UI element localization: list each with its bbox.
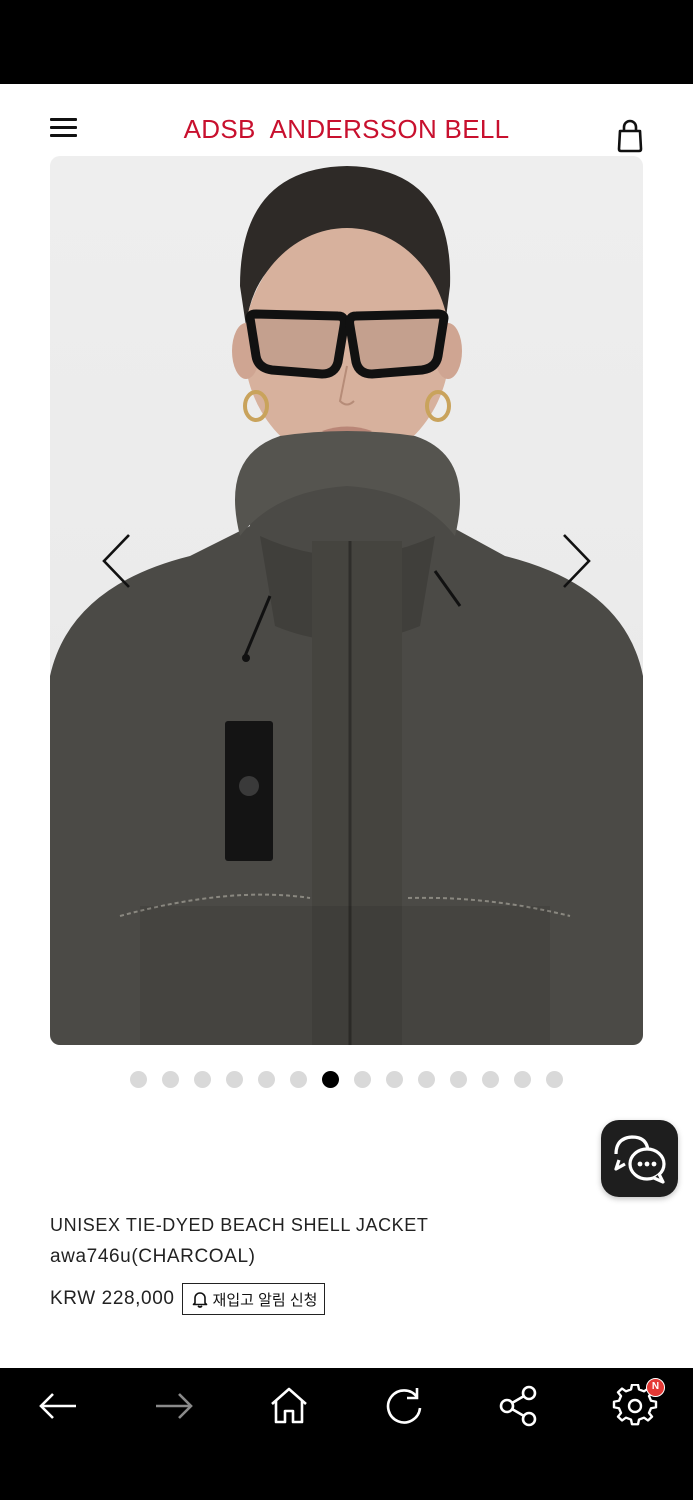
brand-logo[interactable]: ADSB ANDERSSON BELL (150, 114, 543, 145)
chevron-left-icon[interactable] (96, 526, 156, 596)
product-image-gallery[interactable] (50, 156, 643, 1045)
brand-logo-right: ANDERSSON BELL (269, 114, 510, 144)
pagination-dot[interactable] (482, 1071, 499, 1088)
notification-badge: N (646, 1378, 665, 1397)
pagination-dot[interactable] (418, 1071, 435, 1088)
restock-alert-label: 재입고 알림 신청 (212, 1291, 318, 1309)
pagination-dot[interactable] (194, 1071, 211, 1088)
arrow-left-icon[interactable] (36, 1384, 86, 1428)
pagination-dot[interactable] (354, 1071, 371, 1088)
status-bar (0, 0, 693, 84)
pagination-dot-active[interactable] (322, 1071, 339, 1088)
arrow-right-icon[interactable] (150, 1384, 200, 1428)
brand-logo-left: ADSB (183, 114, 256, 144)
pagination-dot[interactable] (258, 1071, 275, 1088)
chat-bubble-icon[interactable] (601, 1120, 678, 1197)
chevron-right-icon[interactable] (547, 526, 607, 596)
pagination-dot[interactable] (546, 1071, 563, 1088)
pagination-dot[interactable] (130, 1071, 147, 1088)
gallery-pagination (0, 1071, 693, 1089)
product-price: KRW 228,000 (50, 1288, 175, 1309)
refresh-icon[interactable] (379, 1384, 429, 1428)
gear-icon[interactable]: N (610, 1378, 665, 1428)
restock-alert-button[interactable]: 재입고 알림 신청 (181, 1283, 326, 1315)
home-icon[interactable] (264, 1384, 314, 1428)
pagination-dot[interactable] (290, 1071, 307, 1088)
browser-bottom-nav: N (0, 1368, 693, 1500)
product-name: UNISEX TIE-DYED BEACH SHELL JACKET (50, 1215, 429, 1235)
hamburger-menu-icon[interactable] (46, 114, 82, 144)
pagination-dot[interactable] (386, 1071, 403, 1088)
site-header: ADSB ANDERSSON BELL (0, 84, 693, 156)
pagination-dot[interactable] (514, 1071, 531, 1088)
pagination-dot[interactable] (226, 1071, 243, 1088)
shopping-bag-icon[interactable] (614, 118, 646, 154)
product-info: UNISEX TIE-DYED BEACH SHELL JACKET awa74… (50, 1210, 650, 1315)
product-code: awa746u(CHARCOAL) (50, 1246, 256, 1267)
share-icon[interactable] (494, 1384, 544, 1428)
price-row: KRW 228,000 재입고 알림 신청 (50, 1281, 326, 1317)
pagination-dot[interactable] (162, 1071, 179, 1088)
product-photo (50, 166, 643, 1045)
bell-icon (192, 1292, 207, 1308)
pagination-dot[interactable] (450, 1071, 467, 1088)
